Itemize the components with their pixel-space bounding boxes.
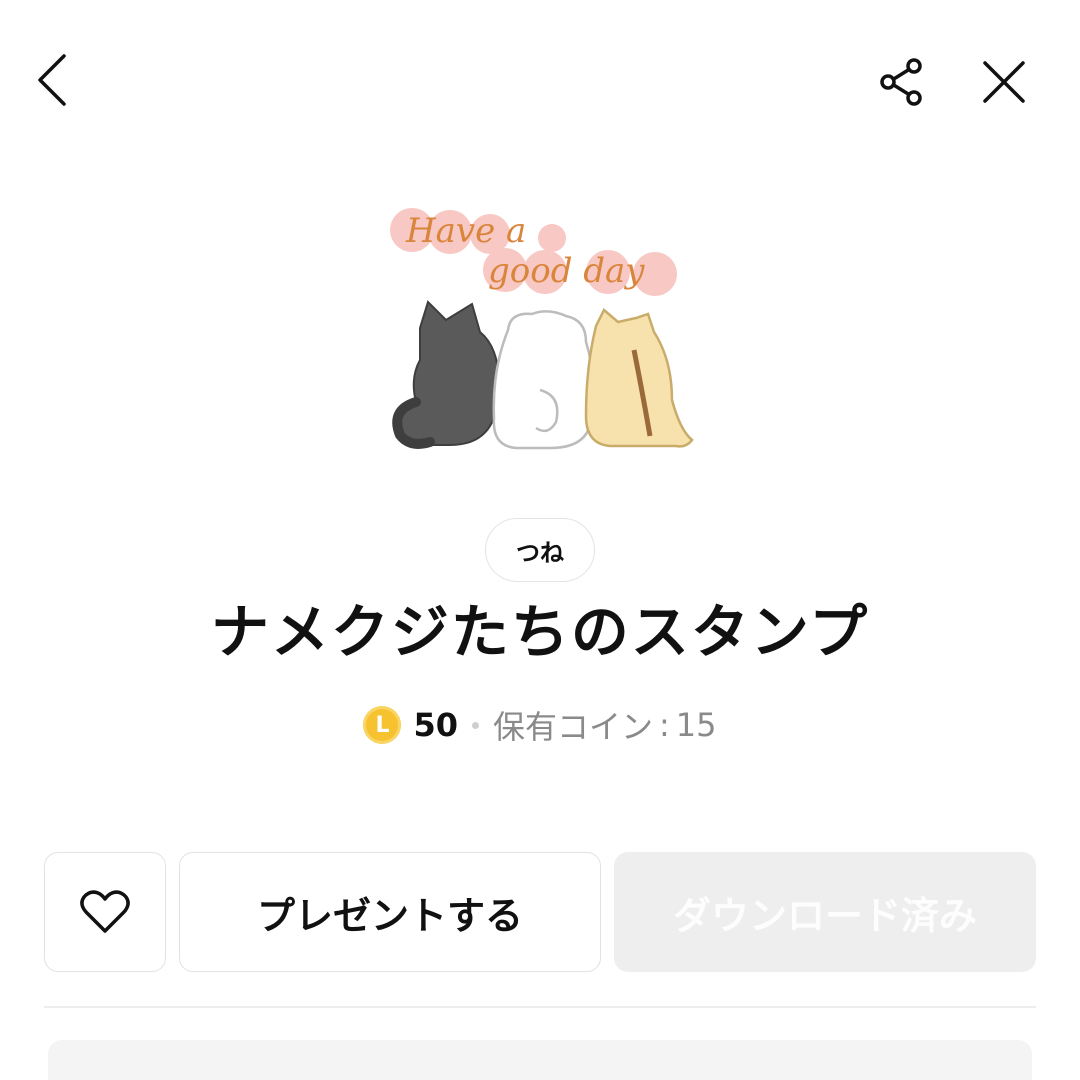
back-button[interactable] — [22, 44, 86, 116]
price-row: L 50 保有コイン : 15 — [0, 700, 1080, 750]
author-chip[interactable]: つね — [485, 518, 595, 582]
separator-dot — [472, 721, 479, 729]
next-section-card — [48, 1040, 1032, 1080]
chevron-left-icon — [38, 54, 66, 106]
gift-button[interactable]: プレゼントする — [179, 852, 601, 972]
heart-icon — [80, 890, 130, 933]
line-coin-icon: L — [363, 706, 402, 744]
sticker-text-line-2: good day — [488, 251, 645, 291]
close-icon — [983, 61, 1025, 103]
owned-coins-label: 保有コイン — [493, 708, 654, 746]
sticker-text-line-1: Have a — [405, 211, 526, 251]
share-button[interactable] — [868, 48, 936, 116]
sticker-illustration: Have a good day — [390, 208, 694, 450]
owned-coins-separator: : — [659, 706, 670, 744]
sticker-main-image: Have a good day — [380, 190, 700, 470]
share-icon — [880, 58, 922, 106]
like-button[interactable] — [44, 852, 166, 972]
download-button[interactable]: ダウンロード済み — [614, 852, 1036, 972]
sticker-title: ナメクジたちのスタンプ — [210, 598, 870, 666]
divider — [44, 1006, 1036, 1008]
close-button[interactable] — [970, 48, 1038, 116]
owned-coins-value: 15 — [675, 706, 717, 744]
price-amount: 50 — [413, 706, 458, 744]
